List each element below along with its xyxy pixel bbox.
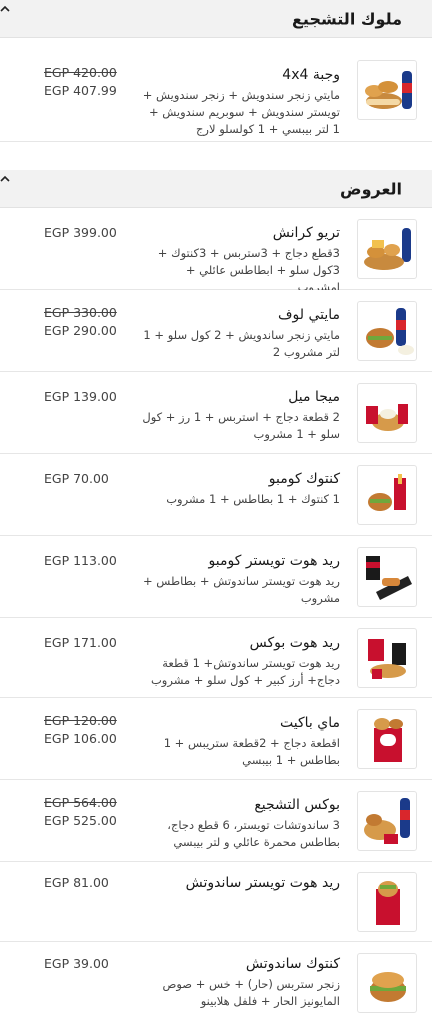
section-header-champions[interactable]: ملوك التشجيع: [0, 0, 432, 38]
item-description: زنجر ستربس (حار) + خس + صوص المايونيز ال…: [162, 977, 340, 1008]
item-description: اقطعة دجاج + 2قطعة ستريبس + 1 بطاطس + 1 …: [163, 736, 340, 767]
item-price: EGP 171.00: [44, 635, 117, 650]
meal-image: [357, 953, 417, 1013]
menu-item[interactable]: مايتي لوف مايتي زنجر ساندويش + 2 كول سلو…: [0, 290, 432, 372]
item-old-price: EGP 120.00: [44, 713, 117, 728]
menu-item[interactable]: ريد هوت بوكس ريد هوت تويستر ساندوتش+ 1 ق…: [0, 618, 432, 698]
section-header-offers[interactable]: العروض: [0, 170, 432, 208]
item-price: EGP 139.00: [44, 389, 117, 404]
menu-item[interactable]: وجبة 4x4 مايتي زنجر سندويش + زنجر سندويش…: [0, 38, 432, 142]
item-price: EGP 70.00: [44, 471, 109, 486]
section-title: العروض: [340, 179, 402, 198]
item-name: ريد هوت بوكس: [249, 635, 340, 651]
meal-image: [357, 465, 417, 525]
item-old-price: EGP 420.00: [44, 65, 117, 80]
item-description: 1 كنتوك + 1 بطاطس + 1 مشروب: [166, 492, 340, 506]
item-price: EGP 525.00: [44, 813, 117, 828]
section-title: ملوك التشجيع: [292, 9, 402, 28]
item-name: مايتي لوف: [277, 307, 340, 323]
item-description: 3 ساندوتشات تويستر، 6 قطع دجاج، بطاطس مح…: [167, 818, 340, 849]
chevron-up-icon: [0, 5, 10, 12]
item-name: ماي باكيت: [280, 715, 340, 731]
meal-image: [357, 628, 417, 688]
item-name: ريد هوت تويستر ساندوتش: [185, 875, 340, 891]
menu-item[interactable]: ريد هوت تويستر كومبو ريد هوت تويستر ساند…: [0, 536, 432, 618]
item-description: 3قطع دجاج + 3ستربس + 3كنتوك + 3كول سلو +…: [157, 246, 340, 294]
meal-image: [357, 872, 417, 932]
meal-image: [357, 709, 417, 769]
item-name: ريد هوت تويستر كومبو: [208, 553, 340, 569]
item-price: EGP 39.00: [44, 956, 109, 971]
menu-item[interactable]: ريد هوت تويستر ساندوتش EGP 81.00: [0, 862, 432, 942]
item-price: EGP 290.00: [44, 323, 117, 338]
meal-image: [357, 547, 417, 607]
menu-item[interactable]: بوكس التشجيع 3 ساندوتشات تويستر، 6 قطع د…: [0, 780, 432, 862]
item-name: وجبة 4x4: [282, 67, 340, 83]
item-old-price: EGP 330.00: [44, 305, 117, 320]
item-name: كنتوك كومبو: [268, 471, 340, 487]
item-name: ميجا ميل: [288, 389, 340, 405]
item-description: مايتي زنجر ساندويش + 2 كول سلو + 1 لتر م…: [143, 328, 340, 359]
item-price: EGP 407.99: [44, 83, 117, 98]
item-description: ريد هوت تويستر ساندوتش+ 1 قطعة دجاج+ أرز…: [150, 656, 340, 687]
meal-image: [357, 301, 417, 361]
meal-image: [357, 791, 417, 851]
item-price: EGP 399.00: [44, 225, 117, 240]
menu-item[interactable]: كنتوك ساندوتش زنجر ستربس (حار) + خس + صو…: [0, 942, 432, 1021]
menu-item[interactable]: تريو كرانش 3قطع دجاج + 3ستربس + 3كنتوك +…: [0, 208, 432, 294]
meal-image: [357, 60, 417, 120]
meal-image: [357, 219, 417, 279]
item-old-price: EGP 564.00: [44, 795, 117, 810]
item-name: كنتوك ساندوتش: [245, 956, 340, 972]
menu-item[interactable]: ماي باكيت اقطعة دجاج + 2قطعة ستريبس + 1 …: [0, 698, 432, 780]
item-price: EGP 106.00: [44, 731, 117, 746]
item-description: ريد هوت تويستر ساندوتش + بطاطس + مشروب: [143, 574, 340, 605]
item-name: بوكس التشجيع: [254, 797, 340, 813]
item-description: 2 قطعة دجاج + استربس + 1 رز + كول سلو + …: [142, 410, 340, 441]
meal-image: [357, 383, 417, 443]
chevron-up-icon: [0, 175, 10, 182]
item-price: EGP 81.00: [44, 875, 109, 890]
item-description: مايتي زنجر سندويش + زنجر سندويش + تويستر…: [142, 88, 340, 136]
menu-item[interactable]: كنتوك كومبو 1 كنتوك + 1 بطاطس + 1 مشروب …: [0, 454, 432, 536]
item-price: EGP 113.00: [44, 553, 117, 568]
menu-item[interactable]: ميجا ميل 2 قطعة دجاج + استربس + 1 رز + ك…: [0, 372, 432, 454]
item-name: تريو كرانش: [272, 225, 340, 241]
